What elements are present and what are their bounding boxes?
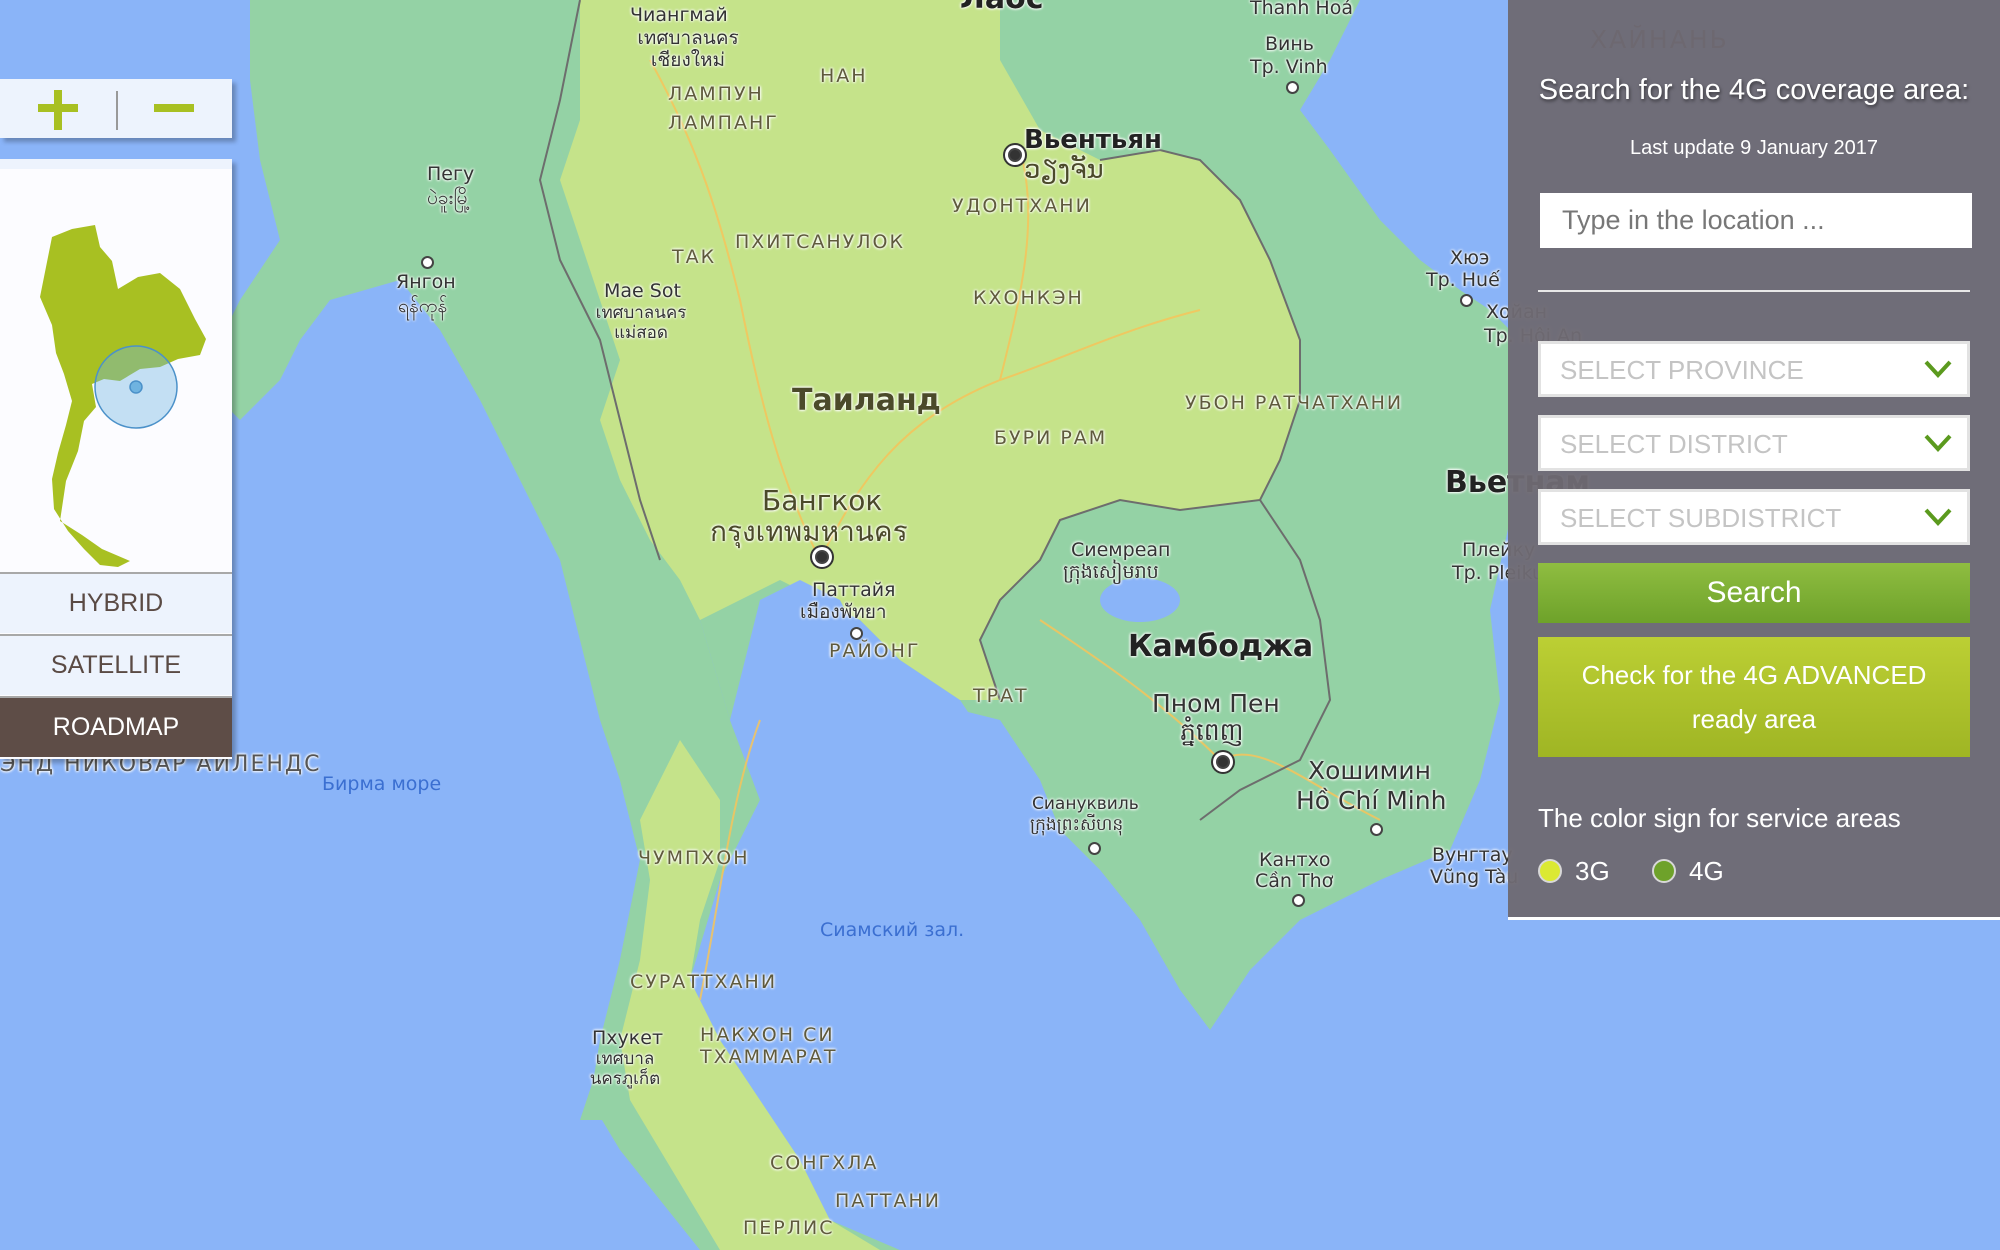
map-label-laos: Лаос xyxy=(960,0,1044,17)
map-label-sihanoukville: Сиануквиль xyxy=(1032,794,1139,814)
province-select-label: SELECT PROVINCE xyxy=(1560,355,1804,385)
map-label-nakhon-si: НАКХОН СИ ТХАММАРАТ xyxy=(700,1024,838,1068)
map-label-udon-thani: УДОНТХАНИ xyxy=(952,195,1092,217)
map-label-mae-sot: Mae Sot xyxy=(604,280,681,302)
zoom-in-button[interactable] xyxy=(0,79,116,138)
map-label-chiang-mai-th: เทศบาลนคร เชียงใหม่ xyxy=(637,27,739,71)
map-label-burma-sea: Бирма море xyxy=(322,773,442,795)
city-marker-pattaya xyxy=(850,627,863,640)
subdistrict-select-label: SELECT SUBDISTRICT xyxy=(1560,503,1842,533)
map-label-phuket: Пхукет xyxy=(592,1027,664,1049)
last-update-text: Last update 9 January 2017 xyxy=(1630,137,1878,159)
map-label-phnom-penh-km: ភ្នំពេញ xyxy=(1180,717,1244,746)
map-label-rayong: РАЙОНГ xyxy=(829,640,921,662)
map-label-pegu-my: ပဲခူးမြို့ xyxy=(427,187,471,209)
city-marker-phnom-penh xyxy=(1216,755,1230,769)
city-marker-bangkok xyxy=(815,550,829,564)
map-label-vinh: Tp. Vinh xyxy=(1250,56,1328,78)
map-label-trat: ТРАТ xyxy=(973,685,1029,707)
minimap-thailand[interactable] xyxy=(0,169,232,572)
subdistrict-select[interactable]: SELECT SUBDISTRICT xyxy=(1538,489,1970,545)
legend-3g-label: 3G xyxy=(1575,855,1610,886)
legend-item-3g: 3G xyxy=(1538,856,1610,886)
maptype-satellite-button[interactable]: SATELLITE xyxy=(0,634,232,695)
zoom-out-button[interactable] xyxy=(116,79,232,138)
chevron-down-icon xyxy=(1924,508,1952,526)
map-label-buri-ram: БУРИ РАМ xyxy=(994,427,1108,449)
map-label-ubon: УБОН РАТЧАТХАНИ xyxy=(1185,392,1404,414)
city-marker-vientiane xyxy=(1008,148,1022,162)
city-marker-yangon xyxy=(421,256,434,269)
map-label-phitsanulok: ПХИТСАНУЛОК xyxy=(735,231,905,253)
legend-title: The color sign for service areas xyxy=(1538,803,1901,833)
map-label-pattani: ПАТТАНИ xyxy=(835,1190,941,1212)
panel-divider xyxy=(1538,290,1970,292)
map-label-ho-chi-minh-ru: Хошимин xyxy=(1308,756,1431,785)
map-label-mae-sot-th: เทศบาลนคร แม่สอด xyxy=(595,303,687,343)
minimap-top-strip xyxy=(0,159,232,169)
map-label-lamphun: ЛАМПУН xyxy=(668,83,764,105)
map-label-sihanoukville-km: ក្រុងព្រះសីហនុ xyxy=(1030,815,1124,835)
legend-3g-color-icon xyxy=(1538,859,1562,883)
tonle-sap-lake xyxy=(1100,578,1180,622)
maptype-hybrid-button[interactable]: HYBRID xyxy=(0,572,232,633)
map-label-phnom-penh: Пном Пен xyxy=(1152,689,1280,718)
location-search-input[interactable] xyxy=(1540,193,1972,248)
map-label-siem-reap: Сиемреап xyxy=(1071,539,1171,561)
check-4g-advanced-button[interactable]: Check for the 4G ADVANCED ready area xyxy=(1538,637,1970,757)
minimap-location-dot xyxy=(129,380,143,394)
map-label-vientiane: Вьентьян xyxy=(1024,125,1163,155)
search-button[interactable]: Search xyxy=(1538,563,1970,623)
legend-4g-color-icon xyxy=(1652,859,1676,883)
city-marker-ho-chi-minh xyxy=(1370,823,1383,836)
zoom-control xyxy=(0,79,232,138)
map-label-vung-tau: Vũng Tàu xyxy=(1430,866,1519,888)
maptype-roadmap-button[interactable]: ROADMAP xyxy=(0,696,232,757)
map-label-pattaya: Паттайя xyxy=(812,579,896,601)
chevron-down-icon xyxy=(1924,360,1952,378)
map-label-hue-ru: Хюэ xyxy=(1450,247,1490,269)
map-label-yangon-my: ရန်ကုန် xyxy=(398,295,448,317)
map-label-vinh-ru: Винь xyxy=(1265,33,1315,55)
map-label-vung-tau-ru: Вунгтау xyxy=(1432,844,1513,866)
map-label-perlis: ПЕРЛИС xyxy=(743,1217,835,1239)
map-label-bangkok: Бангкок xyxy=(762,484,883,517)
map-label-bangkok-th: กรุงเทพมหานคร xyxy=(710,515,908,548)
map-label-phuket-th: เทศบาล นครภูเก็ต xyxy=(589,1049,661,1089)
city-marker-vinh xyxy=(1286,81,1299,94)
map-label-cambodia: Камбоджа xyxy=(1128,629,1314,664)
map-label-yangon: Янгон xyxy=(396,271,456,293)
map-label-khon-kaen: КХОНКЭН xyxy=(973,287,1084,309)
map-label-can-tho: Cần Thơ xyxy=(1255,870,1334,892)
map-label-vientiane-lo: ວຽງຈັນ xyxy=(1024,155,1104,185)
map-label-siem-reap-km: ក្រុងសៀមរាប xyxy=(1063,561,1159,583)
map-label-chiang-mai: Чиангмай xyxy=(630,4,728,26)
map-label-pegu: Пегу xyxy=(427,163,475,185)
map-label-lampang: ЛАМПАНГ xyxy=(668,112,779,134)
minimap-panel: HYBRID SATELLITE ROADMAP xyxy=(0,159,232,759)
map-label-ho-chi-minh: Hồ Chí Minh xyxy=(1296,786,1447,815)
chevron-down-icon xyxy=(1924,434,1952,452)
map-label-thailand: Таиланд xyxy=(792,383,941,418)
legend-4g-label: 4G xyxy=(1689,855,1724,886)
city-marker-can-tho xyxy=(1292,894,1305,907)
map-label-tak: ТАК xyxy=(672,246,717,268)
panel-title: Search for the 4G coverage area: xyxy=(1538,74,1970,106)
map-label-surat-thani: СУРАТТХАНИ xyxy=(630,971,778,993)
map-label-hue: Tp. Huế xyxy=(1426,269,1500,291)
province-select[interactable]: SELECT PROVINCE xyxy=(1538,341,1970,397)
map-label-gulf-siam: Сиамский зал. xyxy=(820,919,965,941)
district-select-label: SELECT DISTRICT xyxy=(1560,429,1788,459)
map-label-thanh-hoa: Thanh Hoá xyxy=(1250,0,1353,19)
legend-item-4g: 4G xyxy=(1652,856,1724,886)
city-marker-sihanoukville xyxy=(1088,842,1101,855)
map-label-chumphon: ЧУМПХОН xyxy=(638,847,750,869)
map-label-nan: НАН xyxy=(820,65,868,87)
search-panel: Search for the 4G coverage area: Last up… xyxy=(1508,0,2000,920)
map-label-songkhla: СОНГХЛА xyxy=(770,1152,879,1174)
district-select[interactable]: SELECT DISTRICT xyxy=(1538,415,1970,471)
city-marker-hue xyxy=(1460,294,1473,307)
map-label-pattaya-th: เมืองพัทยา xyxy=(800,601,887,623)
map-label-can-tho-ru: Кантхо xyxy=(1259,849,1331,871)
